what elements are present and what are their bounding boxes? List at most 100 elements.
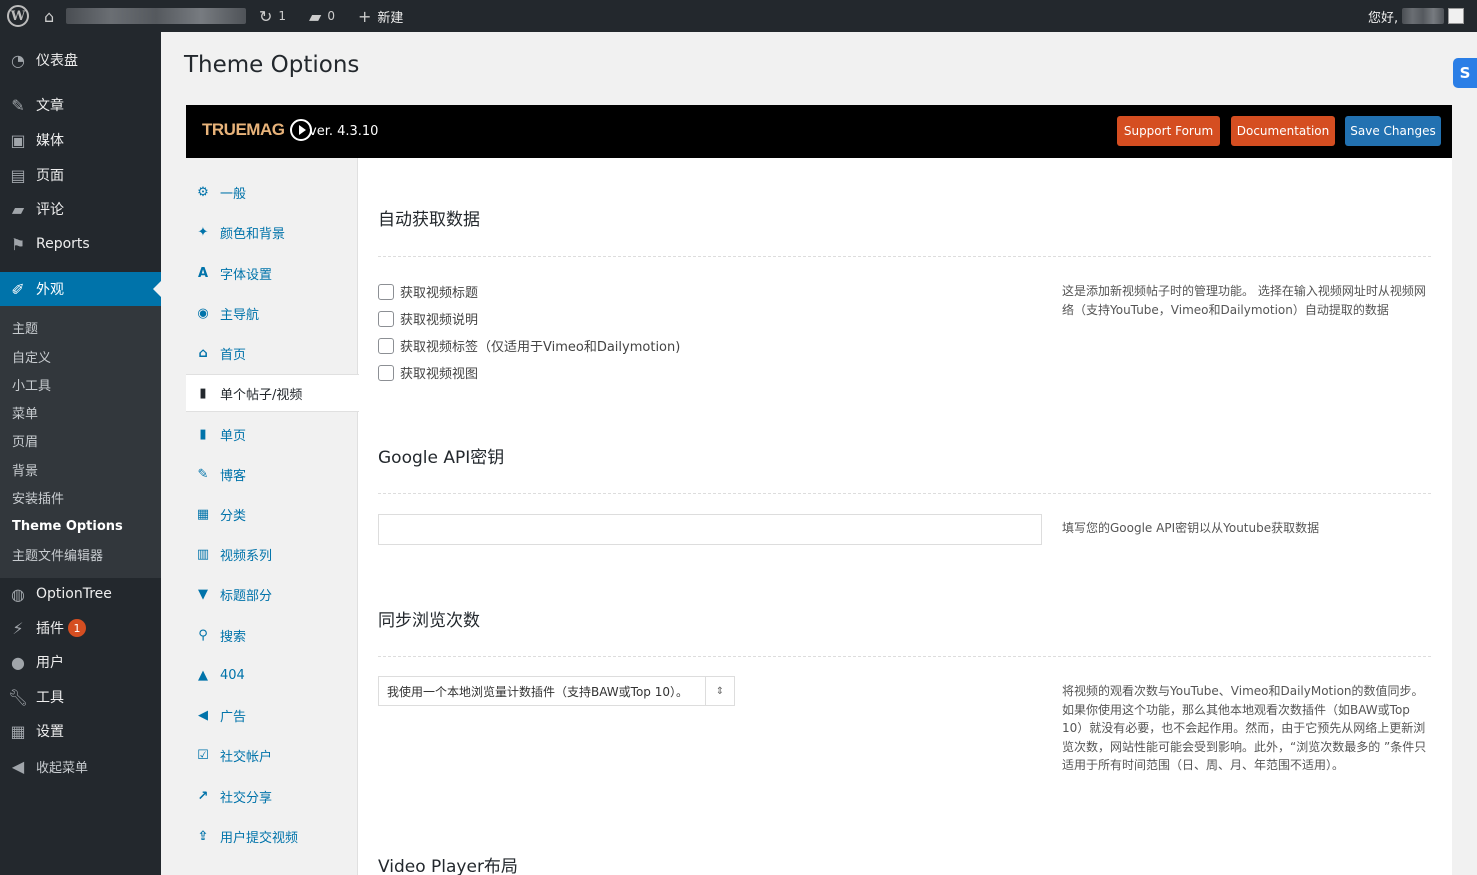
- plugin-icon: ⚡: [12, 618, 24, 638]
- username-blurred: [1402, 8, 1445, 24]
- site-name-blurred[interactable]: [66, 0, 246, 32]
- checkbox-icon: ☑: [197, 747, 209, 763]
- tab-main-navigation[interactable]: ◉ 主导航: [186, 294, 358, 332]
- tab-social-accounts[interactable]: ☑ 社交帐户: [186, 736, 358, 774]
- submenu-theme-options[interactable]: Theme Options: [12, 516, 123, 536]
- google-api-key-input[interactable]: [378, 514, 1042, 545]
- fetch-views-option[interactable]: 获取视频视图: [378, 363, 478, 382]
- auto-fetch-description: 这是添加新视频帖子时的管理功能。 选择在输入视频网址时从视频网络（支持YouTu…: [1062, 284, 1426, 317]
- tab-label: 用户提交视频: [220, 830, 299, 846]
- menu-label: 设置: [36, 724, 64, 740]
- tab-label: 404: [220, 667, 245, 683]
- tab-single-post-video[interactable]: ▮ 单个帖子/视频: [186, 374, 359, 412]
- tab-blog[interactable]: ✎ 博客: [186, 455, 358, 493]
- submenu-install-plugins[interactable]: 安装插件: [12, 487, 64, 507]
- menu-appearance[interactable]: ✐ 外观: [0, 272, 161, 306]
- submenu-theme-editor[interactable]: 主题文件编辑器: [12, 544, 103, 564]
- tab-colors-background[interactable]: ✦ 颜色和背景: [186, 213, 358, 251]
- tab-home[interactable]: ⌂ 首页: [186, 334, 358, 372]
- menu-pages[interactable]: ▤ 页面: [0, 158, 161, 192]
- tab-single-page[interactable]: ▮ 单页: [186, 415, 358, 453]
- media-icon: ▣: [10, 130, 26, 150]
- tab-user-submitted-videos[interactable]: ⇪ 用户提交视频: [186, 817, 358, 855]
- menu-optiontree[interactable]: ◍ OptionTree: [0, 577, 161, 611]
- checkbox[interactable]: [378, 310, 394, 327]
- documentation-button[interactable]: Documentation: [1231, 116, 1335, 146]
- collapse-icon: ◀: [11, 756, 25, 776]
- options-tabs: ⚙ 一般 ✦ 颜色和背景 A 字体设置 ◉ 主导航 ⌂ 首页 ▮ 单个帖子/视频 ▮ 单页 ✎…: [186, 158, 359, 875]
- menu-label: OptionTree: [36, 586, 112, 602]
- section-divider: [378, 256, 1431, 257]
- menu-label: 仪表盘: [36, 53, 78, 69]
- menu-label: 用户: [36, 655, 64, 671]
- fetch-tags-option[interactable]: 获取视频标签（仅适用于Vimeo和Dailymotion): [378, 336, 680, 355]
- tab-ads[interactable]: ◀ 广告: [186, 696, 358, 734]
- menu-settings[interactable]: ▦ 设置: [0, 714, 161, 748]
- menu-comments[interactable]: ▰ 评论: [0, 192, 161, 226]
- tab-label: 搜索: [220, 629, 247, 645]
- comments-button[interactable]: ▰ 0: [309, 0, 335, 32]
- submenu-themes[interactable]: 主题: [12, 317, 38, 337]
- home-icon: ⌂: [198, 345, 208, 361]
- save-changes-button[interactable]: Save Changes: [1345, 116, 1441, 146]
- section-divider: [378, 656, 1431, 657]
- new-label: 新建: [377, 10, 404, 26]
- updates-count: 1: [278, 9, 287, 23]
- pencil-icon: ✎: [197, 466, 209, 482]
- page-icon: ▤: [10, 165, 26, 185]
- tab-label: 单个帖子/视频: [220, 387, 303, 403]
- new-content-button[interactable]: + 新建: [358, 0, 403, 32]
- submenu-widgets[interactable]: 小工具: [12, 374, 51, 394]
- tab-label: 首页: [220, 347, 247, 363]
- settings-icon: ▦: [10, 721, 26, 741]
- menu-tools[interactable]: 🔧︎ 工具: [0, 680, 161, 714]
- account-menu[interactable]: 您好,: [1368, 0, 1465, 32]
- submenu-header[interactable]: 页眉: [12, 430, 38, 450]
- fetch-description-option[interactable]: 获取视频说明: [378, 309, 478, 328]
- menu-posts[interactable]: ✎ 文章: [0, 88, 161, 122]
- comment-icon: ▰: [11, 199, 25, 219]
- truemag-logo: TRUEMAG: [202, 119, 313, 141]
- tab-font-settings[interactable]: A 字体设置: [186, 254, 358, 292]
- tab-404[interactable]: ▲ 404: [186, 656, 358, 694]
- wordpress-logo-icon[interactable]: W: [7, 0, 29, 32]
- sync-views-section-title: 同步浏览次数: [378, 611, 480, 631]
- tab-category[interactable]: ▦ 分类: [186, 495, 358, 533]
- bullhorn-icon: ◀: [198, 707, 208, 723]
- view-count-select[interactable]: 我使用一个本地浏览量计数插件（支持BAW或Top 10）。 ⇕: [378, 676, 735, 706]
- upload-icon: ⇪: [197, 828, 209, 844]
- avatar: [1448, 8, 1465, 24]
- tab-social-sharing[interactable]: ↗ 社交分享: [186, 777, 358, 815]
- collapse-menu-button[interactable]: ◀ 收起菜单: [0, 749, 161, 783]
- checkbox-label: 获取视频标题: [400, 286, 479, 301]
- checkbox[interactable]: [378, 283, 394, 300]
- logo-text: TRUEMAG: [202, 120, 285, 139]
- menu-users[interactable]: ● 用户: [0, 645, 161, 679]
- submenu-menus[interactable]: 菜单: [12, 402, 38, 422]
- tab-label: 单页: [220, 428, 247, 444]
- user-icon: ●: [11, 652, 25, 672]
- tab-label: 颜色和背景: [220, 226, 286, 242]
- submenu-customize[interactable]: 自定义: [12, 346, 51, 366]
- checkbox-label: 获取视频标签（仅适用于Vimeo和Dailymotion): [400, 340, 681, 355]
- floating-widget-icon[interactable]: S: [1453, 58, 1477, 88]
- comments-count: 0: [327, 9, 335, 23]
- compass-icon: ◉: [197, 305, 209, 321]
- submenu-background[interactable]: 背景: [12, 459, 38, 479]
- checkbox[interactable]: [378, 337, 394, 354]
- menu-media[interactable]: ▣ 媒体: [0, 123, 161, 157]
- menu-label: 外观: [36, 282, 64, 298]
- tab-search[interactable]: ⚲ 搜索: [186, 616, 358, 654]
- menu-plugins[interactable]: ⚡ 插件 1: [0, 611, 161, 645]
- checkbox[interactable]: [378, 364, 394, 381]
- menu-dashboard[interactable]: ◔ 仪表盘: [0, 43, 161, 77]
- updates-button[interactable]: ↻ 1: [259, 0, 286, 32]
- site-home-icon[interactable]: ⌂: [44, 0, 60, 32]
- tab-video-series[interactable]: ▥ 视频系列: [186, 535, 358, 573]
- menu-reports[interactable]: ⚑ Reports: [0, 227, 161, 261]
- tab-general[interactable]: ⚙ 一般: [186, 173, 358, 211]
- fetch-title-option[interactable]: 获取视频标题: [378, 282, 478, 301]
- tab-title-section[interactable]: ▼ 标题部分: [186, 575, 358, 613]
- flag-icon: ⚑: [10, 234, 26, 254]
- support-forum-button[interactable]: Support Forum: [1117, 116, 1220, 146]
